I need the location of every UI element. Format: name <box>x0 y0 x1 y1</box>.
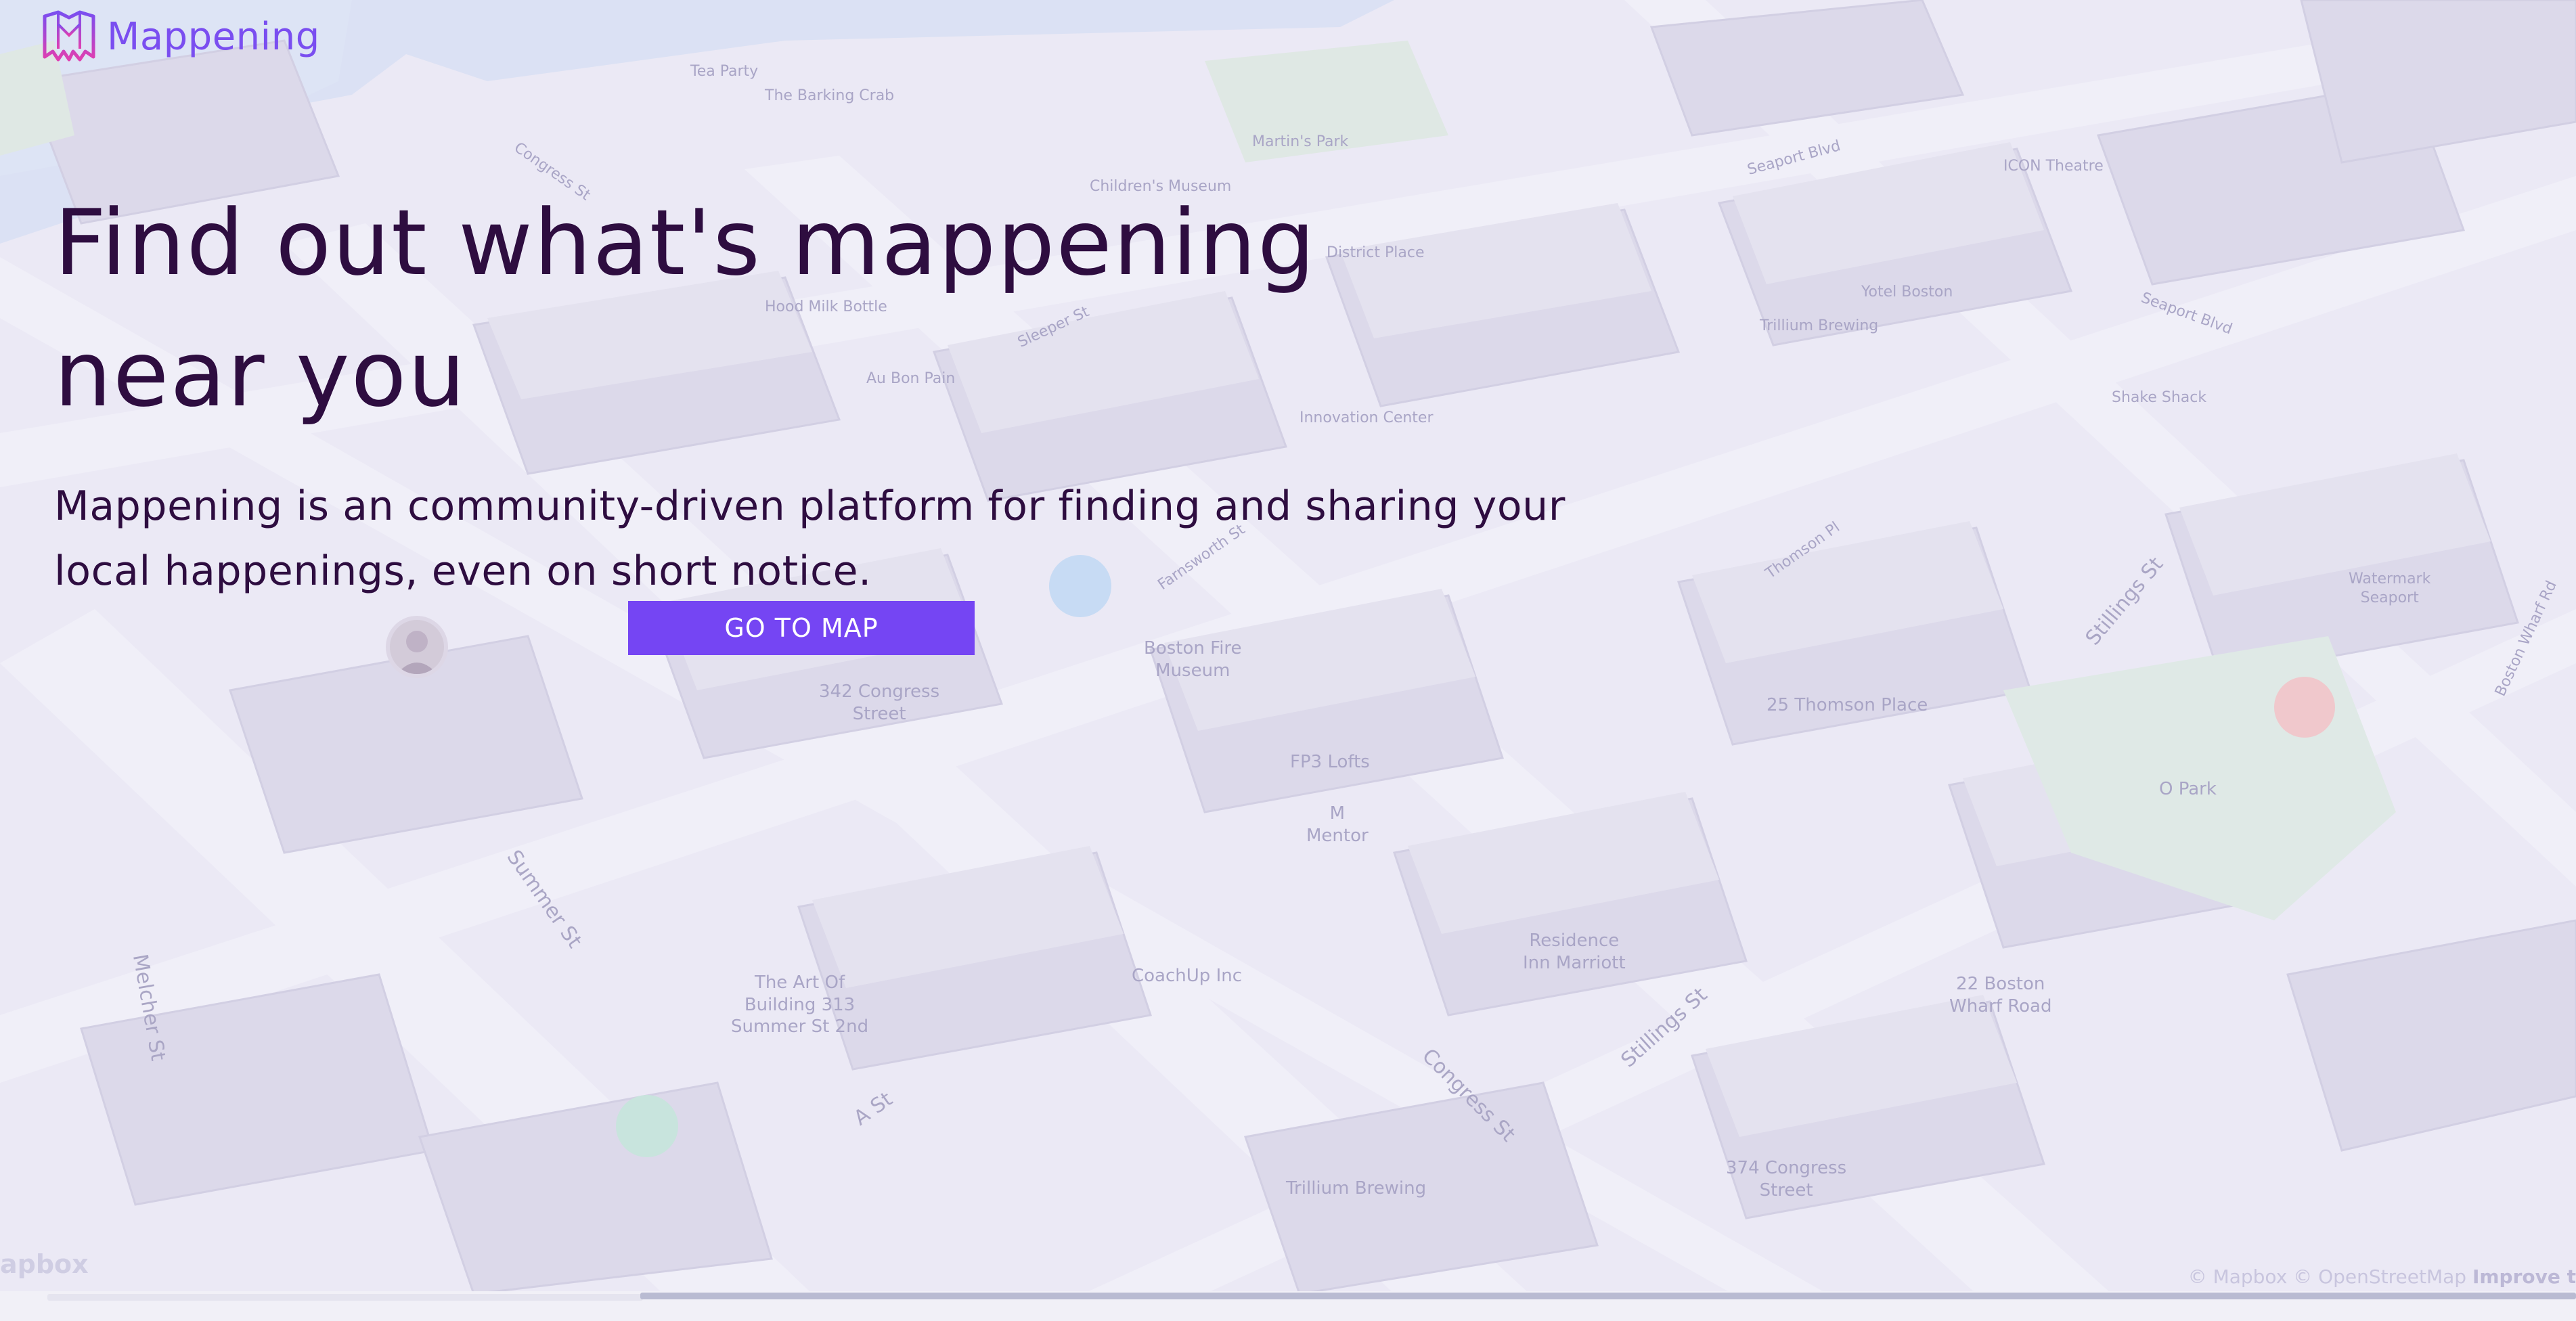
horizontal-scrollbar[interactable] <box>0 1291 2576 1321</box>
poi-label-icon-theatre: ICON Theatre <box>2003 158 2104 175</box>
map-attribution: © Mapbox © OpenStreetMap Improve t <box>2188 1266 2576 1288</box>
poi-label-tea-party: Tea Party <box>690 63 759 80</box>
poi-label-watermark-seaport: Watermark Seaport <box>2349 570 2431 606</box>
hero-title: Find out what's mappening near you <box>54 190 1316 427</box>
poi-label-trillium-brewing: Trillium Brewing <box>1286 1178 1427 1199</box>
event-pin-green[interactable] <box>616 1095 678 1157</box>
scrollbar-track[interactable] <box>47 1294 643 1301</box>
hero-description: Mappening is an community-driven platfor… <box>54 483 1566 595</box>
poi-label-boston-fire-museum: Boston Fire Museum <box>1144 638 1242 681</box>
hero-section: Find out what's mappening near you Mappe… <box>54 177 1611 604</box>
person-icon <box>397 631 437 674</box>
poi-label-342-congress: 342 Congress Street <box>819 681 940 724</box>
poi-label-yotel-boston: Yotel Boston <box>1861 284 1953 300</box>
poi-label-lofts: FP3 Lofts <box>1290 752 1370 772</box>
mappening-logo-icon <box>43 10 95 62</box>
poi-label-martins-park: Martin's Park <box>1252 133 1349 150</box>
poi-label-shake-shack: Shake Shack <box>2112 389 2207 406</box>
poi-label-374-congress: 374 Congress Street <box>1726 1158 1847 1201</box>
go-to-map-button[interactable]: GO TO MAP <box>628 601 975 655</box>
poi-label-barking-crab: The Barking Crab <box>765 87 895 104</box>
mapbox-logo[interactable]: apbox <box>0 1249 89 1279</box>
poi-label-trillium-brewing-2: Trillium Brewing <box>1760 317 1879 334</box>
poi-label-mentor: M Mentor <box>1306 803 1369 846</box>
user-avatar-pin[interactable] <box>386 616 448 678</box>
attribution-text[interactable]: © Mapbox © OpenStreetMap <box>2188 1266 2466 1288</box>
poi-label-o-park: O Park <box>2159 779 2217 799</box>
poi-label-residence-inn: Residence Inn Marriott <box>1523 931 1626 973</box>
event-pin-red[interactable] <box>2274 677 2335 738</box>
poi-label-art-of-building: The Art Of Building 313 Summer St 2nd <box>731 972 869 1037</box>
scrollbar-thumb[interactable] <box>640 1293 2576 1299</box>
poi-label-22-boston-wharf: 22 Boston Wharf Road <box>1949 974 2052 1016</box>
improve-map-link[interactable]: Improve t <box>2472 1266 2576 1288</box>
poi-label-coachup: CoachUp Inc <box>1132 966 1243 986</box>
brand-logo[interactable]: Mappening <box>41 9 320 64</box>
brand-name: Mappening <box>107 14 320 59</box>
poi-label-25-thomson-place: 25 Thomson Place <box>1767 695 1928 715</box>
